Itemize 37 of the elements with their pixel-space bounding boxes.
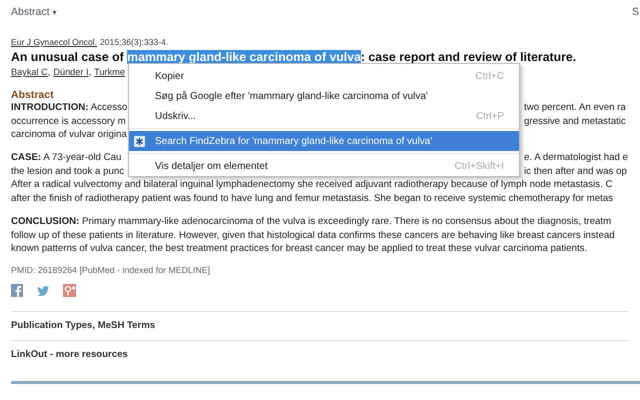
abstract-heading: Abstract — [11, 89, 54, 101]
menu-item[interactable]: Søg på Google efter 'mammary gland-like carcinoma of vulva' — [129, 86, 519, 106]
menu-item[interactable]: Udskriv... Ctrl+P — [129, 106, 519, 126]
abstract-text-line: e. A dermatologist had e — [524, 151, 628, 165]
abstract-text-line: carcinoma of vulvar origina — [11, 128, 126, 142]
abstract-text-line: CONCLUSION: Primary mammary-like adenocarcinoma of the vulva is exceedingly rare. There is no consensus about the diagnosis, treatm — [11, 214, 612, 228]
article-title: An unusual case of mammary gland-like carcinoma of vulva: case report and review of literature. — [11, 49, 578, 66]
format-dropdown[interactable]: Abstract ▾ — [11, 6, 56, 18]
section-heading[interactable]: LinkOut - more resources — [11, 348, 128, 360]
abstract-text-line: ic then after and was op — [524, 164, 627, 178]
google-plus-icon[interactable] — [63, 284, 76, 298]
abstract-text-line: CASE: A 73-year-old Cau — [11, 151, 122, 165]
facebook-icon[interactable] — [11, 284, 23, 298]
author-separator: , — [88, 67, 92, 77]
abstract-text-line: the lesion and took a punc — [11, 164, 126, 178]
extension-icon — [134, 136, 145, 146]
abstract-text-line: After a radical vulvectomy and bilateral inguinal lymphadenectomy she received adjuvant radiotherapy because of lymph node metastasis. C — [11, 178, 612, 192]
author-link[interactable]: Baykal C — [11, 67, 48, 77]
abstract-text-line: INTRODUCTION: Accesso — [11, 101, 126, 115]
author-separator: , — [48, 67, 50, 77]
author-link[interactable]: Turkme — [94, 67, 125, 77]
abstract-text-line: after the finish of radiotherapy patient was found to have lung and femur metastasis. She began to receive systemic chemotherapy for metas — [11, 192, 614, 206]
abstract-text-line: known patterns of vulva cancer, the best treatment practices for breast cancer may be applied to treat these vulvar carcinoma patients. — [11, 242, 588, 256]
abstract-text-line: gressive and metastatic — [524, 114, 626, 128]
menu-item[interactable]: Vis detaljer om elementet Ctrl+Skift+I — [129, 156, 519, 176]
pmid-text: PMID: 26189264 [PubMed - indexed for MEDLINE] — [11, 264, 212, 275]
bird-icon[interactable] — [37, 286, 49, 296]
citation-details: 2015;36(3):333-4. — [100, 37, 168, 47]
author-link[interactable]: Dünder I — [53, 67, 89, 77]
menu-item[interactable]: Search FindZebra for 'mammary gland-like carcinoma of vulva' — [129, 131, 519, 151]
journal-link[interactable]: Eur J Gynaecol Oncol. — [11, 37, 97, 47]
abstract-text-line: follow up of these patients in literature. However, given that histological data confirms these cancers are behaving like breast cancers instead — [11, 228, 615, 242]
top-link[interactable]: S — [632, 6, 639, 18]
section-heading[interactable]: Publication Types, MeSH Terms — [11, 320, 156, 331]
menu-item[interactable]: Kopier Ctrl+C — [129, 66, 519, 86]
abstract-text-line: occurrence is accessory m — [11, 114, 126, 128]
abstract-text-line: two percent. An even ra — [524, 101, 626, 115]
